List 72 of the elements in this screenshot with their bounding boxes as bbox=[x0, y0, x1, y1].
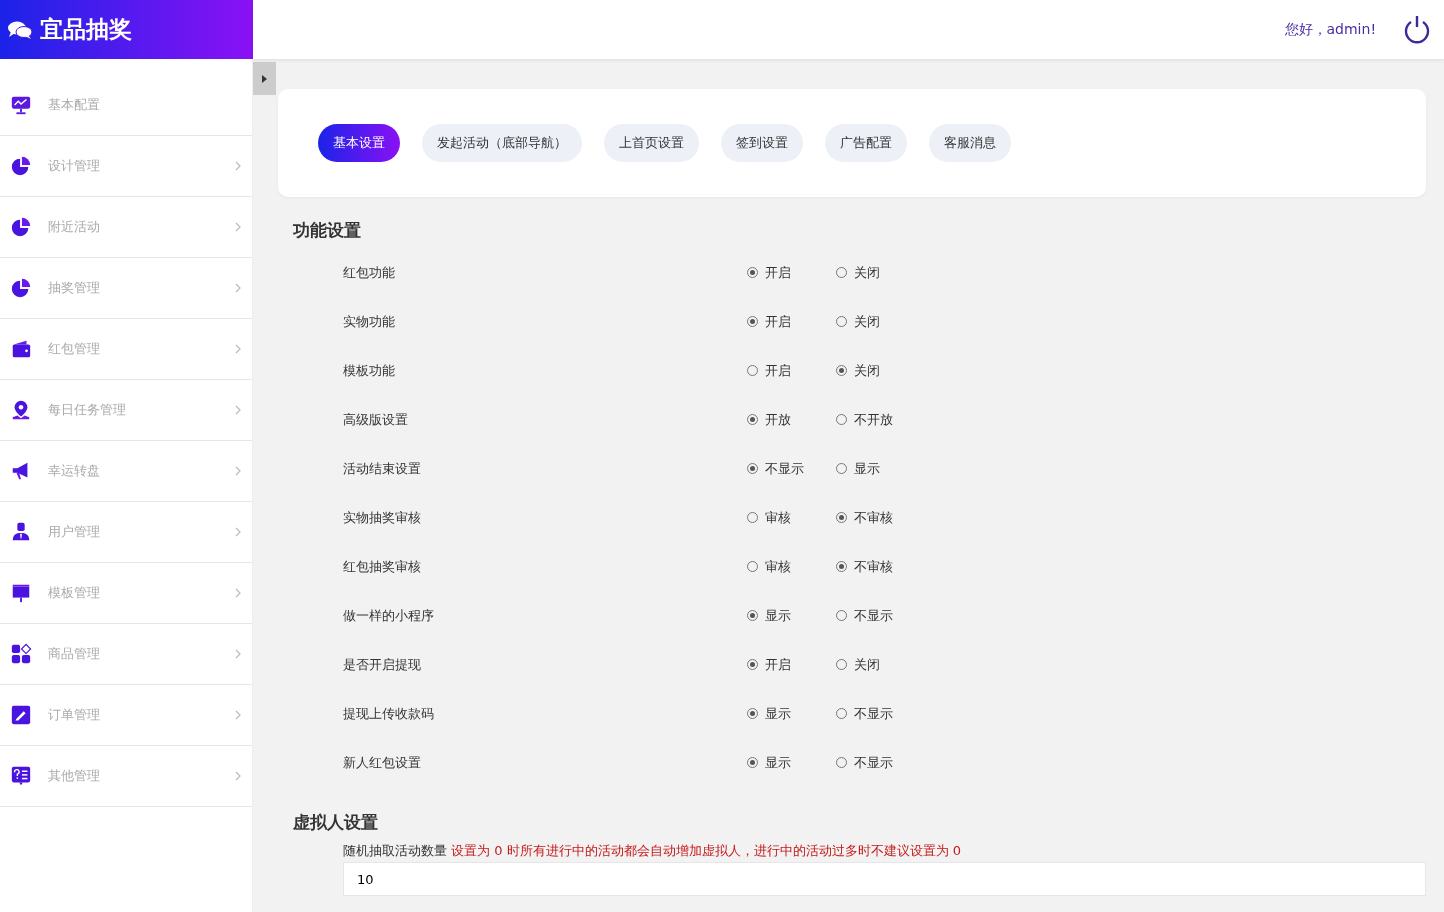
greeting-text: 您好，admin! bbox=[1284, 20, 1376, 39]
radio-option[interactable]: 关闭 bbox=[836, 263, 925, 282]
setting-label: 红包抽奖审核 bbox=[343, 557, 422, 576]
setting-label: 新人红包设置 bbox=[343, 753, 422, 772]
caret-right-icon bbox=[262, 74, 267, 83]
chevron-right-icon bbox=[234, 283, 242, 293]
section-heading: 功能设置 bbox=[293, 219, 362, 242]
setting-label: 提现上传收款码 bbox=[343, 704, 435, 723]
chevron-right-icon bbox=[234, 649, 242, 659]
user-icon bbox=[10, 521, 32, 543]
radio-option[interactable]: 审核 bbox=[747, 557, 836, 576]
location-pin-icon bbox=[10, 399, 32, 421]
radio-option[interactable]: 审核 bbox=[747, 508, 836, 527]
app-title: 宜品抽奖 bbox=[40, 15, 132, 44]
billboard-icon bbox=[10, 582, 32, 604]
wallet-icon bbox=[10, 338, 32, 360]
input-field[interactable]: 10 bbox=[343, 862, 1426, 896]
radio-option[interactable]: 不审核 bbox=[836, 557, 925, 576]
chevron-right-icon bbox=[234, 405, 242, 415]
radio-option[interactable]: 显示 bbox=[747, 606, 836, 625]
pie-chart-icon bbox=[10, 277, 32, 299]
tab[interactable]: 签到设置 bbox=[721, 124, 803, 162]
radio-option[interactable]: 不显示 bbox=[836, 606, 925, 625]
pie-chart-icon bbox=[10, 155, 32, 177]
radio-option[interactable]: 开启 bbox=[747, 312, 836, 331]
hint-text: 设置为 0 时所有进行中的活动都会自动增加虚拟人，进行中的活动过多时不建议设置为 0 bbox=[451, 842, 961, 860]
chevron-right-icon bbox=[234, 527, 242, 537]
monitor-icon bbox=[10, 94, 32, 116]
chevron-right-icon bbox=[234, 588, 242, 598]
radio-option[interactable]: 显示 bbox=[747, 704, 836, 723]
radio-option[interactable]: 开启 bbox=[747, 655, 836, 674]
setting-label: 实物抽奖审核 bbox=[343, 508, 422, 527]
tab[interactable]: 广告配置 bbox=[825, 124, 907, 162]
chevron-right-icon bbox=[234, 466, 242, 476]
radio-option[interactable]: 不显示 bbox=[747, 459, 836, 478]
setting-label: 高级版设置 bbox=[343, 410, 409, 429]
section-heading: 虚拟人设置 bbox=[293, 811, 379, 834]
radio-option[interactable]: 显示 bbox=[836, 459, 925, 478]
setting-label: 是否开启提现 bbox=[343, 655, 422, 674]
radio-option[interactable]: 不审核 bbox=[836, 508, 925, 527]
radio-option[interactable]: 不开放 bbox=[836, 410, 925, 429]
chevron-right-icon bbox=[234, 344, 242, 354]
setting-label: 模板功能 bbox=[343, 361, 396, 380]
chevron-right-icon bbox=[234, 771, 242, 781]
tab[interactable]: 基本设置 bbox=[318, 124, 400, 162]
setting-label: 实物功能 bbox=[343, 312, 396, 331]
tab[interactable]: 发起活动（底部导航） bbox=[422, 124, 582, 162]
radio-option[interactable]: 关闭 bbox=[836, 312, 925, 331]
radio-option[interactable]: 关闭 bbox=[836, 655, 925, 674]
power-icon[interactable] bbox=[1402, 13, 1432, 46]
radio-option[interactable]: 开启 bbox=[747, 263, 836, 282]
sidebar-toggle-button[interactable] bbox=[253, 62, 276, 95]
tab[interactable]: 上首页设置 bbox=[604, 124, 699, 162]
chevron-right-icon bbox=[234, 161, 242, 171]
grid-icon bbox=[10, 643, 32, 665]
pie-chart-icon bbox=[10, 216, 32, 238]
setting-label: 活动结束设置 bbox=[343, 459, 422, 478]
chevron-right-icon bbox=[234, 710, 242, 720]
help-list-icon bbox=[10, 765, 32, 787]
radio-option[interactable]: 不显示 bbox=[836, 753, 925, 772]
radio-option[interactable]: 显示 bbox=[747, 753, 836, 772]
radio-option[interactable]: 开放 bbox=[747, 410, 836, 429]
radio-option[interactable]: 不显示 bbox=[836, 704, 925, 723]
tab[interactable]: 客服消息 bbox=[929, 124, 1011, 162]
radio-option[interactable]: 开启 bbox=[747, 361, 836, 380]
setting-label: 红包功能 bbox=[343, 263, 396, 282]
chevron-right-icon bbox=[234, 222, 242, 232]
chat-bubbles-icon bbox=[8, 19, 32, 40]
setting-label: 做一样的小程序 bbox=[343, 606, 435, 625]
radio-option[interactable]: 关闭 bbox=[836, 361, 925, 380]
field-label: 随机抽取活动数量 bbox=[343, 842, 447, 860]
edit-icon bbox=[10, 704, 32, 726]
